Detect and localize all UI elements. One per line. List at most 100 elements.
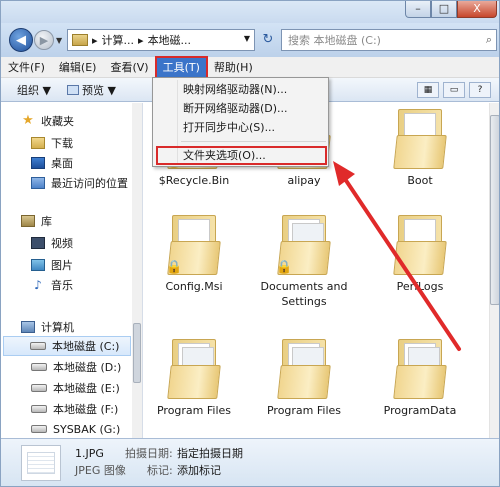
sidebar-item-label: 收藏夹	[41, 115, 74, 128]
help-button[interactable]: ?	[469, 82, 491, 98]
downloads-folder-icon	[31, 137, 45, 149]
content-scroll-thumb[interactable]	[490, 115, 499, 305]
sidebar-item-recent-places[interactable]: 最近访问的位置	[31, 173, 142, 193]
sidebar-item-label: 下载	[51, 137, 73, 150]
sidebar-item-label: 本地磁盘 (F:)	[53, 403, 119, 416]
explorer-window: – □ X ◀ ▶ ▼ ▸ 计算... ▸ 本地磁... ▼ ↻ 搜索 本地磁盘…	[0, 0, 500, 487]
file-thumbnail	[21, 445, 61, 481]
menu-item-folder-options[interactable]: 文件夹选项(O)...	[183, 148, 266, 164]
folder-item[interactable]: Program Files	[254, 339, 354, 418]
item-label: Documents and Settings	[260, 280, 348, 308]
navigation-pane: ★ 收藏夹 下载 桌面 最近访问的位置 库 视频 图片 ♪ 音乐 计算机 本地磁盘 …	[1, 103, 143, 438]
desktop-icon	[31, 157, 45, 169]
menu-item-open-sync-center[interactable]: 打开同步中心(S)...	[183, 120, 275, 136]
sidebar-item-drive-g[interactable]: SYSBAK (G:)	[31, 419, 142, 438]
breadcrumb-local-disk[interactable]: 本地磁...	[148, 32, 192, 48]
folder-icon	[72, 34, 88, 46]
back-button[interactable]: ◀	[9, 28, 33, 52]
menu-file[interactable]: 文件(F)	[1, 57, 52, 78]
sidebar-item-pictures[interactable]: 图片	[31, 255, 142, 275]
sidebar-item-label: 库	[41, 215, 52, 228]
details-date-label: 拍摄日期:	[125, 447, 173, 460]
folder-item[interactable]: Program Files	[144, 339, 244, 418]
drive-icon	[31, 425, 47, 433]
maximize-button[interactable]: □	[431, 1, 457, 18]
refresh-icon[interactable]: ↻	[259, 32, 277, 48]
sidebar-item-videos[interactable]: 视频	[31, 233, 142, 253]
sidebar-item-drive-e[interactable]: 本地磁盘 (E:)	[31, 378, 142, 398]
video-icon	[31, 237, 45, 249]
sidebar-item-libraries[interactable]: 库	[21, 211, 142, 231]
lock-icon: 🔒	[276, 260, 293, 275]
sidebar-item-computer[interactable]: 计算机	[21, 317, 142, 337]
view-buttons: ▦ ▭ ?	[417, 82, 491, 98]
change-view-button[interactable]: ▦	[417, 82, 439, 98]
item-label: Boot	[407, 174, 433, 187]
sidebar-item-music[interactable]: ♪ 音乐	[31, 275, 142, 295]
minimize-button[interactable]: –	[405, 1, 431, 18]
sidebar-item-label: 本地磁盘 (D:)	[53, 361, 122, 374]
sidebar-item-desktop[interactable]: 桌面	[31, 153, 142, 173]
sidebar-item-downloads[interactable]: 下载	[31, 133, 142, 153]
lock-icon: 🔒	[166, 260, 183, 275]
folder-item[interactable]: ProgramData	[370, 339, 470, 418]
address-dropdown-icon[interactable]: ▼	[244, 34, 250, 43]
tools-menu-dropdown: 映射网络驱动器(N)... 断开网络驱动器(D)... 打开同步中心(S)...…	[152, 77, 329, 167]
sidebar-scrollbar[interactable]	[132, 103, 142, 438]
forward-button[interactable]: ▶	[34, 30, 54, 50]
close-button[interactable]: X	[457, 1, 497, 18]
details-date-value[interactable]: 指定拍摄日期	[177, 446, 243, 461]
search-placeholder: 搜索 本地磁盘 (C:)	[288, 34, 381, 47]
details-tags-label: 标记:	[147, 464, 173, 477]
menu-separator	[181, 141, 326, 142]
folder-icon	[392, 339, 448, 401]
menu-item-disconnect-network-drive[interactable]: 断开网络驱动器(D)...	[183, 101, 288, 117]
menu-item-map-network-drive[interactable]: 映射网络驱动器(N)...	[183, 82, 287, 98]
sidebar-item-label: 最近访问的位置	[51, 177, 128, 190]
sidebar-item-label: 视频	[51, 237, 73, 250]
sidebar-item-label: 计算机	[41, 321, 74, 334]
folder-item[interactable]: 🔒 Config.Msi	[144, 215, 244, 294]
sidebar-item-drive-f[interactable]: 本地磁盘 (F:)	[31, 399, 142, 419]
folder-icon	[166, 339, 222, 401]
item-label: ProgramData	[383, 404, 457, 417]
folder-icon: 🔒	[276, 215, 332, 277]
sidebar-item-favorites[interactable]: ★ 收藏夹	[21, 111, 142, 131]
preview-pane-button[interactable]: ▭	[443, 82, 465, 98]
folder-item[interactable]: PerfLogs	[370, 215, 470, 294]
menu-edit[interactable]: 编辑(E)	[52, 57, 104, 78]
folder-item[interactable]: 🔒 Documents and Settings	[254, 215, 354, 309]
sidebar-item-drive-d[interactable]: 本地磁盘 (D:)	[31, 357, 142, 377]
recent-pages-dropdown-icon[interactable]: ▼	[56, 36, 62, 45]
details-pane: 1.JPG JPEG 图像 拍摄日期: 指定拍摄日期 标记: 添加标记	[1, 438, 499, 486]
preview-button[interactable]: 预览 ▼	[66, 82, 116, 98]
search-icon: ⌕	[485, 33, 492, 46]
drive-icon	[31, 384, 47, 392]
breadcrumb-computer[interactable]: 计算...	[102, 32, 135, 48]
folder-item[interactable]: Boot	[370, 109, 470, 188]
library-icon	[21, 215, 35, 227]
sidebar-item-label: 图片	[51, 259, 73, 272]
sidebar-item-label: SYSBAK (G:)	[53, 422, 121, 436]
folder-icon	[392, 109, 448, 171]
drive-icon	[30, 342, 46, 350]
preview-icon	[66, 84, 79, 95]
menu-help[interactable]: 帮助(H)	[207, 57, 260, 78]
sidebar-scroll-thumb[interactable]	[133, 323, 141, 383]
sidebar-item-drive-c[interactable]: 本地磁盘 (C:)	[3, 336, 131, 356]
navigation-bar: ◀ ▶ ▼ ▸ 计算... ▸ 本地磁... ▼ ↻ 搜索 本地磁盘 (C:) …	[1, 23, 499, 57]
menu-tools[interactable]: 工具(T)	[154, 55, 208, 79]
folder-icon	[392, 215, 448, 277]
drive-icon	[31, 363, 47, 371]
search-input[interactable]: 搜索 本地磁盘 (C:) ⌕	[281, 29, 497, 51]
details-filetype: JPEG 图像	[75, 464, 126, 477]
item-label: $Recycle.Bin	[158, 174, 230, 187]
breadcrumb-separator: ▸	[138, 33, 144, 47]
menu-view[interactable]: 查看(V)	[103, 57, 155, 78]
address-bar[interactable]: ▸ 计算... ▸ 本地磁... ▼	[67, 29, 255, 51]
details-tags-value[interactable]: 添加标记	[177, 463, 221, 478]
breadcrumb-separator: ▸	[92, 33, 98, 47]
folder-icon: 🔒	[166, 215, 222, 277]
sidebar-item-label: 桌面	[51, 157, 73, 170]
organize-button[interactable]: 组织 ▼	[17, 82, 51, 98]
